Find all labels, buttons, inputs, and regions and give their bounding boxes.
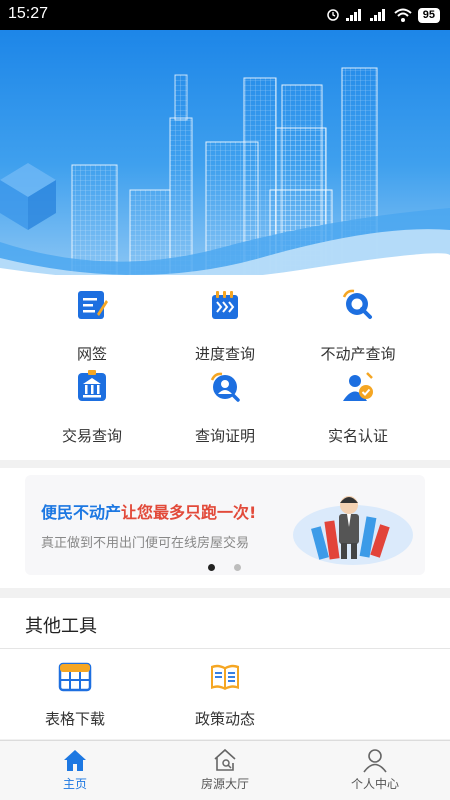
wifi-icon	[394, 8, 412, 22]
promo-subtitle: 真正做到不用出门便可在线房屋交易	[41, 536, 250, 551]
property-search-icon	[342, 289, 372, 319]
signal-icon	[369, 9, 385, 21]
menu-item-online-signing[interactable]: 网签	[17, 288, 167, 363]
book-icon	[211, 664, 239, 690]
menu-label: 查询证明	[194, 427, 255, 445]
menu-label: 交易查询	[61, 427, 122, 445]
status-time: 15:27	[8, 5, 49, 22]
menu-label: 进度查询	[194, 345, 255, 363]
businessman-illustration	[293, 496, 413, 565]
house-search-icon	[214, 748, 236, 771]
table-icon	[58, 662, 92, 692]
home-icon	[64, 750, 86, 771]
menu-item-property-query[interactable]: 不动产查询	[283, 288, 433, 363]
verify-user-icon	[343, 372, 373, 401]
bottom-navigation: 主页 房源大厅 个人中心	[0, 740, 450, 800]
nav-label: 主页	[62, 777, 87, 791]
menu-label: 不动产查询	[320, 345, 396, 363]
tool-item-policy-news[interactable]: 政策动态	[150, 660, 300, 730]
promo-title: 便民不动产让您最多只跑一次!	[41, 499, 256, 523]
menu-item-certificate-query[interactable]: 查询证明	[150, 370, 300, 445]
transaction-icon	[78, 370, 106, 401]
nav-tab-profile[interactable]: 个人中心	[300, 741, 450, 800]
carousel-dot[interactable]	[234, 564, 241, 571]
tool-label: 政策动态	[194, 710, 255, 728]
contract-icon	[78, 291, 108, 319]
nav-tab-listings[interactable]: 房源大厅	[150, 741, 300, 800]
alarm-icon	[327, 9, 339, 21]
promo-section: 便民不动产让您最多只跑一次! 真正做到不用出门便可在线房屋交易	[0, 468, 450, 588]
menu-item-progress-query[interactable]: 进度查询	[150, 288, 300, 363]
menu-item-transaction-query[interactable]: 交易查询	[17, 370, 167, 445]
status-icons: 95	[326, 7, 440, 23]
battery-indicator: 95	[417, 7, 440, 23]
tool-item-form-download[interactable]: 表格下载	[0, 660, 150, 730]
progress-icon	[212, 291, 238, 319]
promo-title-red: 让您最多只跑一次!	[121, 503, 257, 522]
section-title: 其他工具	[25, 616, 97, 637]
user-icon	[363, 749, 387, 773]
nav-label: 个人中心	[350, 777, 399, 791]
menu-label: 网签	[76, 345, 107, 363]
promo-title-blue: 便民不动产	[41, 503, 122, 522]
city-skyline-illustration	[0, 67, 450, 275]
signal-icon	[345, 9, 361, 21]
hero-banner	[0, 30, 450, 275]
nav-tab-home[interactable]: 主页	[0, 741, 150, 800]
nav-label: 房源大厅	[200, 777, 249, 791]
certificate-search-icon	[210, 372, 240, 402]
tool-label: 表格下载	[44, 710, 105, 728]
service-menu: 网签 进度查询 不动产查询 交易查询 查询证明 实名认证	[0, 275, 450, 460]
other-tools-section: 其他工具 表格下载 政策动态	[0, 598, 450, 739]
status-bar: 15:27 95	[0, 0, 450, 30]
promo-banner[interactable]: 便民不动产让您最多只跑一次! 真正做到不用出门便可在线房屋交易	[25, 475, 425, 575]
menu-item-realname-verify[interactable]: 实名认证	[283, 370, 433, 445]
carousel-dot-active[interactable]	[208, 564, 215, 571]
menu-label: 实名认证	[327, 427, 388, 445]
divider	[0, 648, 450, 649]
